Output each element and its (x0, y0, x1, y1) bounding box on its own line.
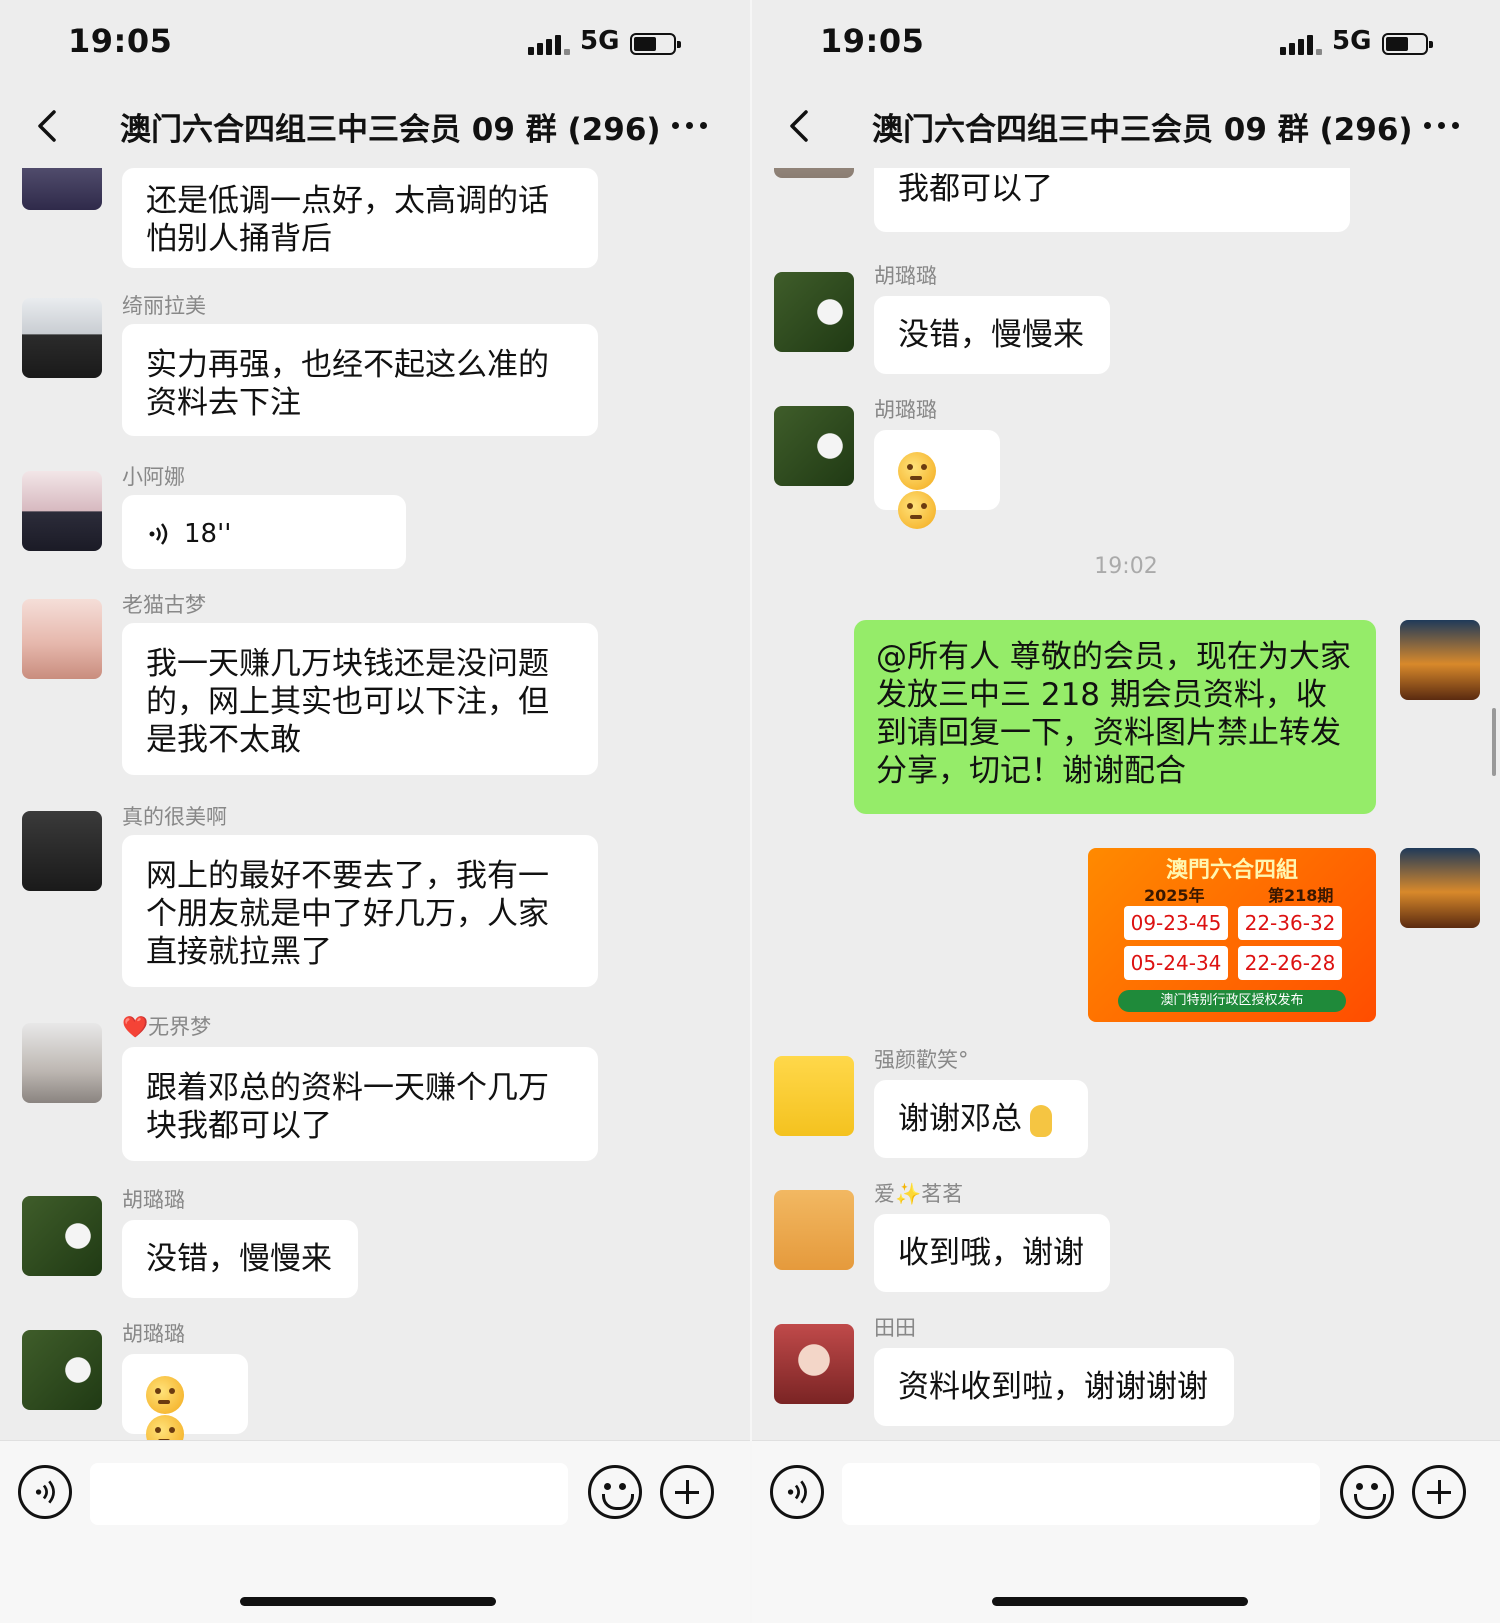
avatar[interactable] (774, 168, 854, 178)
message-bubble[interactable]: 我一天赚几万块钱还是没问题的，网上其实也可以下注，但是我不太敢 (122, 623, 598, 775)
battery-icon (1382, 33, 1433, 55)
home-indicator[interactable] (240, 1597, 496, 1606)
message-bubble[interactable]: 资料收到啦，谢谢谢谢 (874, 1348, 1234, 1426)
chat-navbar: 澳门六合四组三中三会员 09 群 (296) (0, 88, 750, 168)
left-phone-screen: 19:05 5G 澳门六合四组三中三会员 09 群 (296) 还是低调一点好，… (0, 0, 750, 1623)
thinking-emoji-icon (898, 451, 936, 490)
sender-name: 小阿娜 (122, 465, 185, 489)
chat-timestamp: 19:02 (1094, 554, 1158, 579)
avatar[interactable] (774, 1190, 854, 1270)
poster-year: 2025年 (1144, 886, 1205, 905)
avatar[interactable] (22, 811, 102, 891)
avatar[interactable] (22, 1023, 102, 1103)
status-bar: 19:05 5G (0, 0, 750, 88)
input-bar (0, 1440, 750, 1623)
sender-name: 真的很美啊 (122, 805, 227, 829)
ok-hand-icon (1030, 1104, 1052, 1137)
poster-number: 22-36-32 (1238, 906, 1342, 940)
message-bubble[interactable]: 还是低调一点好，太高调的话怕别人捅背后 (122, 168, 598, 268)
voice-duration: 18'' (184, 519, 232, 549)
status-time: 19:05 (820, 22, 925, 60)
status-bar: 19:05 5G (752, 0, 1500, 88)
back-icon[interactable] (28, 106, 68, 146)
avatar[interactable] (774, 1056, 854, 1136)
poster-number: 05-24-34 (1124, 946, 1228, 980)
thinking-emoji-icon (898, 491, 936, 529)
scrollbar[interactable] (1492, 708, 1496, 776)
voice-icon[interactable] (770, 1465, 824, 1519)
sender-name: 老猫古梦 (122, 593, 206, 617)
avatar[interactable] (22, 168, 102, 210)
message-bubble[interactable]: 实力再强，也经不起这么准的资料去下注 (122, 324, 598, 436)
sender-name: 强颜歡笑° (874, 1048, 969, 1072)
poster-issue: 第218期 (1268, 886, 1334, 905)
message-input[interactable] (842, 1463, 1320, 1525)
avatar[interactable] (22, 1330, 102, 1410)
message-bubble[interactable]: 网上的最好不要去了，我有一个朋友就是中了好几万，人家直接就拉黑了 (122, 835, 598, 987)
avatar[interactable] (774, 1324, 854, 1404)
poster-footer: 澳门特别行政区授权发布 (1118, 990, 1346, 1012)
message-bubble[interactable]: 没错，慢慢来 (874, 296, 1110, 374)
sender-name: 胡璐璐 (874, 398, 937, 422)
message-text: 谢谢邓总 (898, 1101, 1022, 1137)
thinking-emoji-icon (146, 1375, 184, 1414)
sender-name: 田田 (874, 1316, 916, 1340)
message-input[interactable] (90, 1463, 568, 1525)
message-bubble[interactable]: 谢谢邓总 (874, 1080, 1088, 1158)
emoji-icon[interactable] (588, 1465, 642, 1519)
sender-name: 胡璐璐 (122, 1322, 185, 1346)
poster-header: 澳門六合四組 (1165, 857, 1298, 883)
avatar[interactable] (774, 272, 854, 352)
chat-title: 澳门六合四组三中三会员 09 群 (296) (872, 112, 1413, 148)
message-bubble[interactable]: 没错，慢慢来 (122, 1220, 358, 1298)
chat-navbar: 澳门六合四组三中三会员 09 群 (296) (752, 88, 1500, 168)
back-icon[interactable] (780, 106, 820, 146)
plus-icon[interactable] (660, 1465, 714, 1519)
thinking-emoji-icon (146, 1415, 184, 1440)
poster-number: 09-23-45 (1124, 906, 1228, 940)
sender-name: 爱✨茗茗 (874, 1182, 964, 1206)
poster-number: 22-26-28 (1238, 946, 1342, 980)
input-bar (752, 1440, 1500, 1623)
chat-message-list[interactable]: 还是低调一点好，太高调的话怕别人捅背后 绮丽拉美 实力再强，也经不起这么准的资料… (0, 168, 750, 1440)
chat-message-list[interactable]: 我都可以了 胡璐璐 没错，慢慢来 胡璐璐 19:02 @所有人 尊敬的会员，现在… (752, 168, 1500, 1440)
battery-icon (630, 33, 681, 55)
signal-icon (1280, 33, 1322, 55)
sender-name: ❤️无界梦 (122, 1015, 212, 1039)
avatar[interactable] (774, 406, 854, 486)
lottery-poster-image[interactable]: 澳門六合四組 2025年 第218期 09-23-45 22-36-32 05-… (1088, 848, 1376, 1022)
avatar[interactable] (22, 599, 102, 679)
avatar[interactable] (22, 471, 102, 551)
more-icon[interactable] (1424, 122, 1459, 129)
own-avatar[interactable] (1400, 620, 1480, 700)
emoji-message[interactable] (122, 1354, 248, 1440)
emoji-message[interactable] (874, 430, 1000, 529)
right-phone-screen: 19:05 5G 澳门六合四组三中三会员 09 群 (296) 我都可以了 胡璐… (750, 0, 1500, 1623)
more-icon[interactable] (672, 122, 707, 129)
signal-icon (528, 33, 570, 55)
voice-message[interactable]: 18'' (122, 495, 406, 569)
avatar[interactable] (22, 298, 102, 378)
sender-name: 胡璐璐 (122, 1188, 185, 1212)
plus-icon[interactable] (1412, 1465, 1466, 1519)
voice-icon[interactable] (18, 1465, 72, 1519)
message-bubble[interactable]: 我都可以了 (874, 168, 1350, 232)
message-bubble[interactable]: 收到哦，谢谢 (874, 1214, 1110, 1292)
network-type: 5G (580, 26, 620, 56)
home-indicator[interactable] (992, 1597, 1248, 1606)
chat-title: 澳门六合四组三中三会员 09 群 (296) (120, 112, 661, 148)
emoji-icon[interactable] (1340, 1465, 1394, 1519)
status-time: 19:05 (68, 22, 173, 60)
own-message-bubble[interactable]: @所有人 尊敬的会员，现在为大家发放三中三 218 期会员资料，收到请回复一下，… (854, 620, 1376, 814)
voice-wave-icon (149, 522, 168, 545)
own-avatar[interactable] (1400, 848, 1480, 928)
sender-name: 胡璐璐 (874, 264, 937, 288)
message-bubble[interactable]: 跟着邓总的资料一天赚个几万块我都可以了 (122, 1047, 598, 1161)
avatar[interactable] (22, 1196, 102, 1276)
network-type: 5G (1332, 26, 1372, 56)
sender-name: 绮丽拉美 (122, 294, 206, 318)
